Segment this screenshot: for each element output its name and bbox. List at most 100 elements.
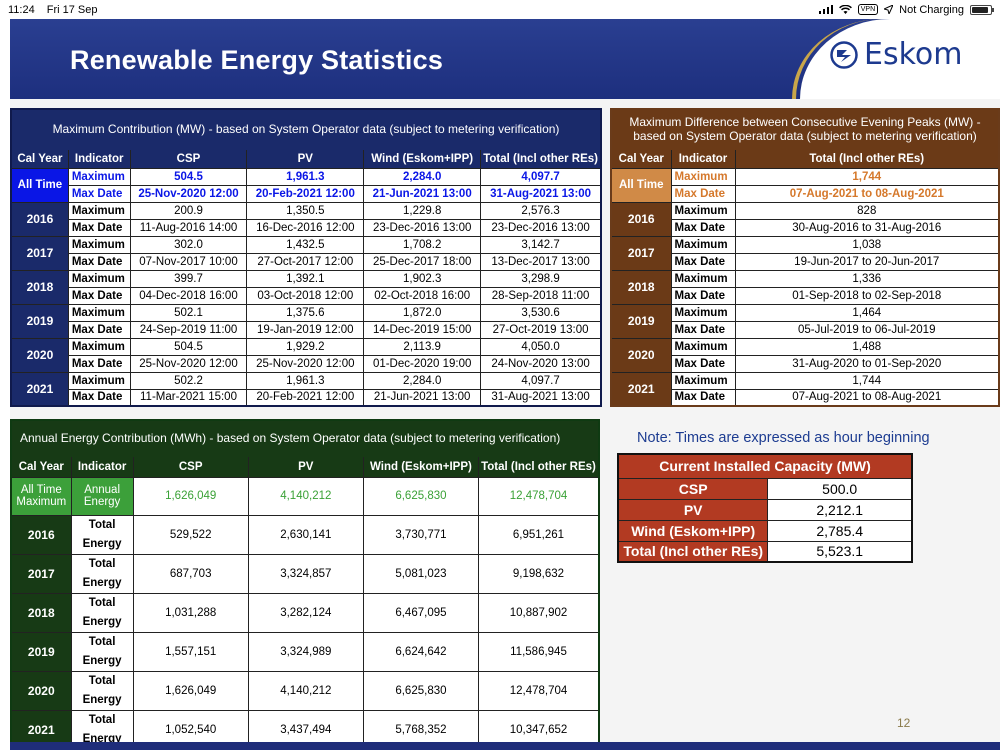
column-header: Wind (Eskom+IPP) [362,455,480,478]
location-icon [884,5,894,14]
table-row: 2021 Maximum 502.2 1,961.3 2,284.0 4,097.7 [10,371,602,407]
table-cell: 529,522 [132,514,249,555]
eskom-logo-icon [830,40,858,69]
table-cell: 23-Dec-2016 13:00 [363,218,482,237]
indicator-line: Total [88,674,116,687]
table-cell: 3,324,989 [247,631,364,672]
table-row: Max Date 25-Nov-2020 12:00 25-Nov-2020 12:… [11,354,602,373]
capacity-label: Total (Incl other REs) [617,540,769,563]
year-label: 2016 [10,201,69,237]
indicator-label: Max Date [670,184,736,203]
table-cell: 16-Dec-2016 12:00 [246,218,365,237]
table-cell: 828 [734,201,1000,220]
column-header: Indicator [67,148,131,169]
battery-icon [970,4,994,15]
table-cell: 4,097.7 [480,371,602,390]
table-cell: 1,038 [734,235,1000,254]
indicator-label: Max Date [67,252,131,271]
indicator-label: Maximum [670,371,736,390]
table-cell: 200.9 [129,201,248,220]
indicator-line: Energy [82,654,122,667]
max-difference-caption: Maximum Difference between Consecutive E… [610,108,1000,150]
table-cell: 1,744 [734,371,1000,390]
table-cell: 502.2 [129,371,248,390]
indicator-label: Maximum [670,201,736,220]
table-row: 2016 Maximum 200.9 1,350.5 1,229.8 2,576.3 [10,201,602,237]
indicator-line: Total [88,713,116,726]
table-cell: 07-Nov-2017 10:00 [129,252,248,271]
capacity-label: PV [617,498,769,521]
table-cell: 07-Aug-2021 to 08-Aug-2021 [734,388,1000,407]
table-cell: 2,576.3 [480,201,602,220]
indicator-line: Energy [82,693,122,706]
indicator-label: Maximum [67,269,131,288]
table-row: Max Date 24-Sep-2019 11:00 19-Jan-2019 12:… [11,320,602,339]
indicator-line: Total [88,596,116,609]
column-header: CSP [132,455,249,478]
table-row: 2016 Maximum 828 [610,201,1000,237]
indicator-line: Energy [82,537,122,550]
year-label: 2018 [610,269,672,305]
year-label: 2020 [10,337,69,373]
table-cell: 3,730,771 [362,514,480,555]
table-cell: 1,557,151 [132,631,249,672]
table-cell: 30-Aug-2016 to 31-Aug-2016 [734,218,1000,237]
battery-status-text: Not Charging [899,3,964,16]
clock-time: 11:24 [8,3,35,16]
table-cell: 1,350.5 [246,201,365,220]
table-row: 2019 Maximum 1,464 [610,303,1000,339]
table-row: 2016 Total Energy 529,522 2,630,141 3,730,771… [10,514,600,555]
clock-date: Fri 17 Sep [46,3,98,16]
table-cell: 27-Oct-2017 12:00 [246,252,365,271]
indicator-label: Max Date [670,320,736,339]
table-cell: 25-Nov-2020 12:00 [246,354,365,373]
table-cell: 2,284.0 [363,371,482,390]
column-header: Indicator [670,148,736,169]
year-label: 2017 [10,235,69,271]
indicator-label: Max Date [670,286,736,305]
capacity-label: CSP [617,477,769,500]
table-cell: 25-Nov-2020 12:00 [129,354,248,373]
table-cell: 1,744 [734,167,1000,186]
table-cell: 1,961.3 [246,371,365,390]
table-cell: 1,336 [734,269,1000,288]
indicator-label: Max Date [67,184,131,203]
table-cell: 21-Jun-2021 13:00 [363,388,482,407]
caption-line: Maximum Difference between Consecutive E… [629,115,981,130]
table-cell: 13-Dec-2017 13:00 [480,252,602,271]
table-row: Max Date 11-Aug-2016 14:00 16-Dec-2016 12:… [11,218,602,237]
indicator-label: Total Energy [70,553,134,594]
year-label: 2020 [10,670,72,711]
table-cell: 1,626,049 [132,670,249,711]
table-row: PV 2,212.1 [617,498,913,521]
table-row: 2018 Maximum 399.7 1,392.1 1,902.3 3,298.9 [10,269,602,305]
year-label: 2021 [10,371,69,407]
column-header: Total (Incl other REs) [480,148,602,169]
table-row: Max Date 25-Nov-2020 12:00 20-Feb-2021 1… [11,184,602,203]
indicator-label: Maximum [670,337,736,356]
vpn-badge: VPN [857,4,879,15]
table-cell: 24-Nov-2020 13:00 [480,354,602,373]
year-label: 2016 [10,514,72,555]
indicator-label: Total Energy [70,631,134,672]
indicator-label: Maximum [670,235,736,254]
table-row: 2018 Total Energy 1,031,288 3,282,124 6,467,0… [10,592,600,633]
year-label: 2018 [10,269,69,305]
max-contribution-caption: Maximum Contribution (MW) - based on Sys… [10,108,602,150]
wifi-icon [838,4,852,15]
table-row: All Time Maximum 1,744 [610,167,1000,203]
table-row: CSP 500.0 [617,477,913,500]
table-cell: 27-Oct-2019 13:00 [480,320,602,339]
table-row: 2020 Maximum 504.5 1,929.2 2,113.9 4,050.0 [10,337,602,373]
max-difference-table: Maximum Difference between Consecutive E… [610,108,1000,407]
table-cell: 01-Dec-2020 19:00 [363,354,482,373]
indicator-label: Maximum [670,269,736,288]
all-time-label: All Time [10,167,69,203]
indicator-line: Energy [82,615,122,628]
table-cell: 6,951,261 [478,514,600,555]
table-cell: 03-Oct-2018 12:00 [246,286,365,305]
table-cell: 20-Feb-2021 12:00 [246,184,365,203]
time-note: Note: Times are expressed as hour beginn… [637,430,930,446]
table-row: 2019 Total Energy 1,557,151 3,324,989 6,624,6… [10,631,600,672]
table-cell: 1,626,049 [132,476,249,516]
